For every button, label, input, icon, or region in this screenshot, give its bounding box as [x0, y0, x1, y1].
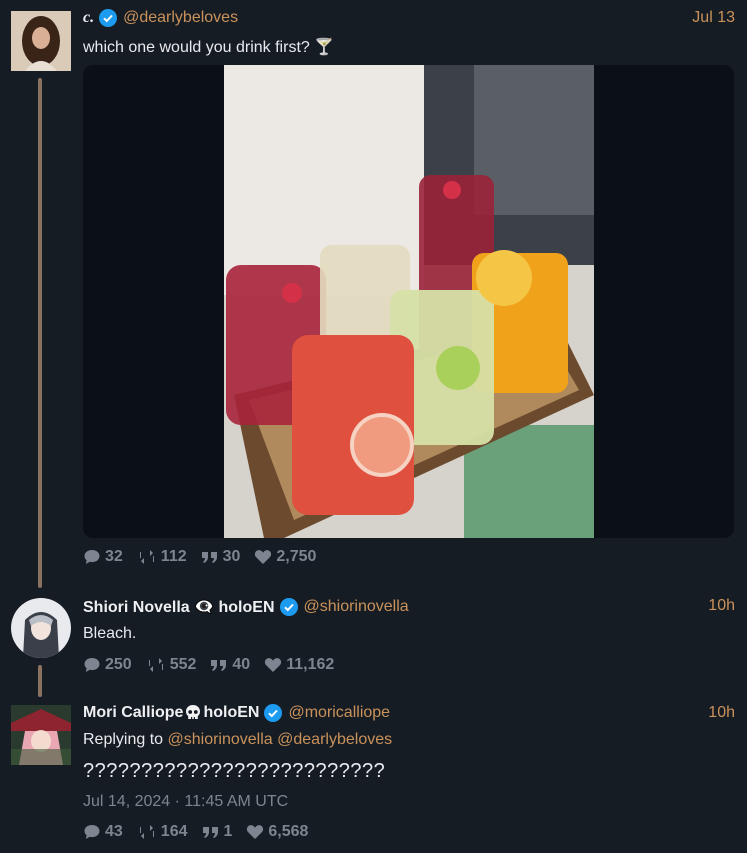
reply-count-value: 43: [105, 823, 123, 840]
tweet-stats: 43 164 1 6,568: [83, 823, 322, 841]
tweet-time[interactable]: 10h: [708, 597, 735, 615]
tweet-stats: 32 112 30 2,750: [83, 548, 330, 566]
cocktails-photo[interactable]: [224, 65, 594, 538]
tweet-header: Shiori Novella 👁‍🗨 holoEN @shiorinovella: [83, 597, 409, 617]
verified-badge-icon: [264, 704, 283, 722]
tweet-date[interactable]: Jul 14, 2024 · 11:45 AM UTC: [83, 793, 288, 811]
tweet-media[interactable]: [83, 65, 734, 538]
quote-count-value: 1: [223, 823, 233, 840]
retweet-count-value: 112: [160, 548, 187, 565]
avatar-moricalliope[interactable]: [11, 705, 71, 765]
tweet-text: ??????????????????????????: [83, 760, 386, 782]
quote-count-value: 30: [222, 548, 241, 565]
tweet-header: Mori Calliope holoEN @moricalliope: [83, 704, 390, 722]
reply-mention-dearlybeloves[interactable]: @dearlybeloves: [277, 731, 392, 748]
reply-icon: [84, 550, 100, 564]
display-name[interactable]: Mori Calliope: [83, 704, 183, 722]
retweet-icon: [139, 825, 154, 839]
retweet-icon: [148, 658, 163, 672]
like-count-value: 11,162: [286, 656, 335, 673]
avatar-shiorinovella[interactable]: [11, 598, 71, 658]
avatar-dearlybeloves[interactable]: [11, 11, 71, 71]
quote-count-value: 40: [232, 656, 251, 673]
display-name[interactable]: Shiori Novella 👁‍🗨 holoEN: [83, 597, 275, 617]
quote-icon: [202, 827, 218, 838]
verified-badge-icon: [279, 598, 298, 616]
reply-count[interactable]: 32: [83, 548, 123, 566]
like-count[interactable]: 6,568: [246, 823, 308, 841]
retweet-count[interactable]: 164: [137, 823, 188, 841]
tweet-header: c. @dearlybeloves: [83, 9, 238, 27]
handle[interactable]: @moricalliope: [288, 704, 390, 722]
reply-count[interactable]: 250: [83, 656, 132, 674]
display-name[interactable]: c.: [83, 9, 94, 27]
quote-count[interactable]: 1: [202, 823, 233, 841]
like-count[interactable]: 2,750: [254, 548, 316, 566]
thread-line: [38, 78, 42, 588]
tweet-text: Bleach.: [83, 625, 137, 642]
verified-badge-icon: [99, 9, 118, 27]
like-count-value: 6,568: [268, 823, 309, 840]
retweet-count[interactable]: 112: [137, 548, 187, 566]
like-count[interactable]: 11,162: [264, 656, 334, 674]
handle[interactable]: @dearlybeloves: [123, 9, 238, 27]
retweet-count-value: 552: [169, 656, 197, 673]
tweet-text: which one would you drink first? 🍸: [83, 39, 335, 56]
heart-icon: [255, 550, 272, 564]
reply-count-value: 32: [105, 548, 123, 565]
quote-count[interactable]: 40: [210, 656, 250, 674]
tweet-time[interactable]: 10h: [708, 704, 735, 722]
thread-line: [38, 665, 42, 697]
quote-count[interactable]: 30: [201, 548, 241, 566]
display-name-suffix[interactable]: holoEN: [203, 704, 259, 722]
handle[interactable]: @shiorinovella: [304, 598, 409, 616]
retweet-count[interactable]: 552: [146, 656, 197, 674]
retweet-count-value: 164: [160, 823, 188, 840]
heart-icon: [265, 658, 282, 672]
tweet-stats: 250 552 40 11,162: [83, 656, 348, 674]
tweet-time[interactable]: Jul 13: [692, 9, 735, 27]
replying-to: Replying to @shiorinovella @dearlybelove…: [83, 731, 392, 749]
skull-icon: [186, 705, 201, 719]
like-count-value: 2,750: [276, 548, 317, 565]
quote-icon: [201, 552, 217, 563]
heart-icon: [247, 825, 264, 839]
reply-icon: [84, 658, 100, 672]
reply-count[interactable]: 43: [83, 823, 123, 841]
replying-to-label: Replying to: [83, 731, 164, 748]
reply-icon: [84, 825, 100, 839]
reply-mention-shiorinovella[interactable]: @shiorinovella: [168, 731, 273, 748]
reply-count-value: 250: [105, 656, 132, 673]
retweet-icon: [139, 550, 154, 564]
quote-icon: [211, 660, 227, 671]
